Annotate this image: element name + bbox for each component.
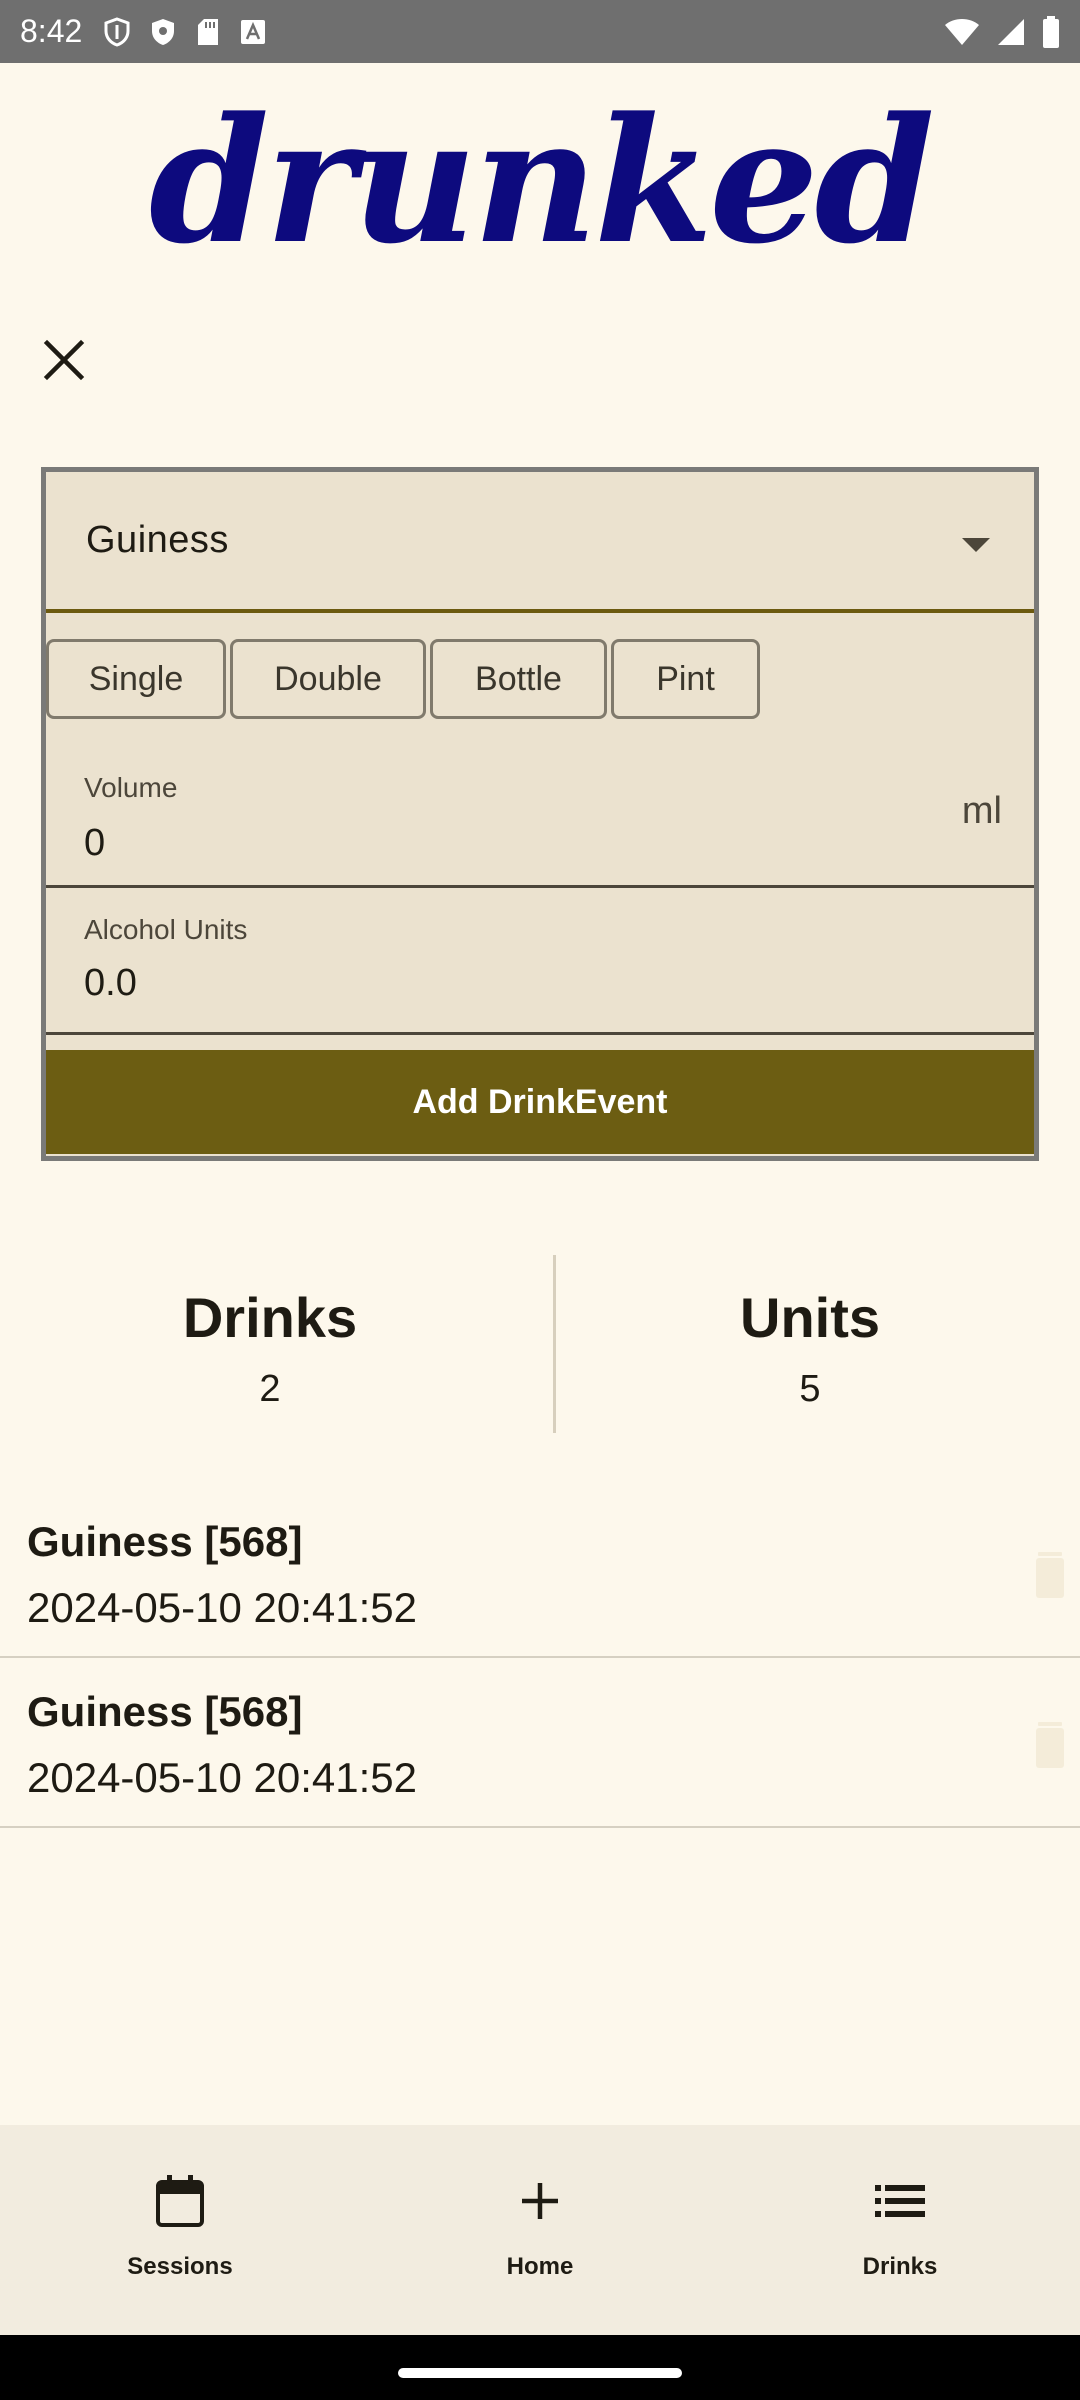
- drink-event-timestamp: 2024-05-10 20:41:52: [27, 1754, 417, 1801]
- drink-event-timestamp: 2024-05-10 20:41:52: [27, 1584, 417, 1631]
- drink-select-value: Guiness: [86, 519, 229, 561]
- signal-icon: [996, 17, 1026, 47]
- status-icons-right: [944, 15, 1060, 48]
- units-stat-value: 5: [799, 1368, 821, 1410]
- volume-label: Volume: [84, 772, 178, 803]
- bottom-navigation: Sessions Home Drinks: [0, 2125, 1080, 2335]
- units-stat-label: Units: [740, 1286, 880, 1349]
- nav-sessions-label: Sessions: [127, 2253, 233, 2280]
- add-drink-form: Guiness Single Double Bottle Pint Volume…: [41, 467, 1039, 1161]
- nav-home[interactable]: Home: [360, 2125, 720, 2335]
- nav-drinks[interactable]: Drinks: [720, 2125, 1080, 2335]
- shield-outline-icon: [104, 16, 130, 47]
- preset-double-button[interactable]: Double: [230, 639, 426, 719]
- nav-sessions[interactable]: Sessions: [0, 2125, 360, 2335]
- list-item[interactable]: Guiness [568] 2024-05-10 20:41:52: [0, 1658, 1080, 1828]
- stats-divider: [553, 1255, 556, 1433]
- list-item[interactable]: Guiness [568] 2024-05-10 20:41:52: [0, 1488, 1080, 1658]
- volume-value: 0: [84, 822, 106, 864]
- status-time: 8:42: [20, 13, 83, 49]
- volume-field[interactable]: Volume 0 ml: [46, 742, 1034, 888]
- shield-icon: [150, 17, 176, 47]
- home-gesture-handle[interactable]: [398, 2368, 682, 2378]
- delete-icon[interactable]: [1034, 1550, 1066, 1600]
- add-drink-event-button[interactable]: Add DrinkEvent: [46, 1050, 1034, 1154]
- drink-event-title: Guiness [568]: [27, 1688, 303, 1735]
- preset-bottle-button[interactable]: Bottle: [430, 639, 607, 719]
- calendar-icon: [152, 2173, 208, 2229]
- list-icon: [872, 2173, 928, 2229]
- drink-event-title: Guiness [568]: [27, 1518, 303, 1565]
- units-stat: Units 5: [540, 1255, 1080, 1435]
- delete-icon[interactable]: [1034, 1720, 1066, 1770]
- close-icon: [43, 339, 85, 381]
- alcohol-units-value: 0.0: [84, 962, 137, 1004]
- volume-unit: ml: [961, 790, 1002, 832]
- wifi-icon: [944, 17, 980, 47]
- alcohol-units-label: Alcohol Units: [84, 914, 248, 945]
- drinks-stat: Drinks 2: [0, 1255, 540, 1435]
- font-a-icon: [240, 19, 266, 45]
- status-icons-left: [104, 16, 266, 47]
- preset-single-button[interactable]: Single: [46, 639, 226, 719]
- session-summary: Drinks 2 Units 5: [0, 1255, 1080, 1435]
- app-logo: drunked: [149, 79, 935, 282]
- alcohol-units-field[interactable]: Alcohol Units 0.0: [46, 888, 1034, 1035]
- sd-card-icon: [196, 17, 220, 47]
- nav-home-label: Home: [506, 2253, 574, 2280]
- preset-pint-button[interactable]: Pint: [611, 639, 760, 719]
- battery-icon: [1042, 15, 1060, 48]
- status-bar: 8:42: [0, 0, 1080, 63]
- dropdown-arrow-icon: [962, 538, 990, 552]
- nav-drinks-label: Drinks: [862, 2253, 938, 2280]
- close-button[interactable]: [36, 332, 92, 388]
- preset-chips: Single Double Bottle Pint: [46, 639, 760, 719]
- plus-icon: [512, 2173, 568, 2229]
- drink-select[interactable]: Guiness: [46, 472, 1034, 613]
- drinks-stat-label: Drinks: [182, 1286, 358, 1349]
- drinks-stat-value: 2: [259, 1368, 281, 1410]
